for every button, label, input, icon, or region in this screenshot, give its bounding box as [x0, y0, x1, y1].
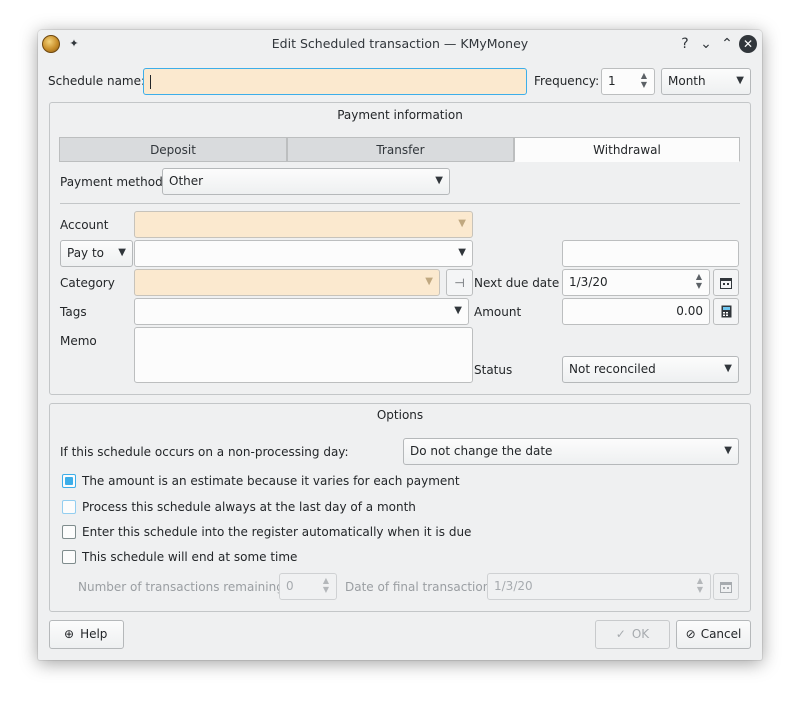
- schedule-name-label: Schedule name:: [48, 74, 146, 88]
- checkmark-icon: ✓: [615, 627, 626, 641]
- spin-arrows-icon: ▲ ▼: [696, 576, 704, 594]
- nonprocessing-day-label: If this schedule occurs on a non-process…: [60, 445, 349, 459]
- pay-to-selector[interactable]: Pay to ▼: [60, 240, 133, 267]
- last-day-of-month-checkbox[interactable]: [62, 500, 76, 514]
- estimate-checkbox-label[interactable]: The amount is an estimate because it var…: [82, 471, 460, 491]
- schedule-ends-label[interactable]: This schedule will end at some time: [82, 547, 297, 567]
- window-title: Edit Scheduled transaction — KMyMoney: [271, 36, 529, 51]
- payee-combobox[interactable]: ▼: [134, 240, 473, 267]
- text-cursor: [150, 74, 151, 89]
- payment-method-label: Payment method: [60, 175, 163, 189]
- category-label: Category: [60, 276, 115, 290]
- category-combobox[interactable]: ▼: [134, 269, 440, 296]
- next-due-date-label: Next due date: [474, 276, 560, 290]
- payment-method-select[interactable]: Other ▼: [162, 168, 450, 195]
- tab-transfer[interactable]: Transfer: [287, 137, 514, 162]
- amount-input[interactable]: 0.00: [562, 298, 710, 325]
- payment-group-title: Payment information: [337, 108, 463, 122]
- chevron-down-icon: ▼: [458, 218, 466, 229]
- tab-withdrawal[interactable]: Withdrawal: [514, 137, 740, 162]
- nonprocessing-day-select[interactable]: Do not change the date ▼: [403, 438, 739, 465]
- minimize-icon[interactable]: ⌄: [697, 35, 715, 53]
- maximize-icon[interactable]: ⌃: [718, 35, 736, 53]
- chevron-down-icon: ▼: [435, 175, 443, 186]
- help-button[interactable]: ⊕ Help: [49, 620, 124, 649]
- auto-enter-checkbox[interactable]: [62, 525, 76, 539]
- tags-combobox[interactable]: ▼: [134, 298, 469, 325]
- split-transaction-icon[interactable]: ⊣: [446, 269, 473, 296]
- ok-button[interactable]: ✓ OK: [595, 620, 670, 649]
- frequency-label: Frequency:: [534, 74, 600, 88]
- account-combobox[interactable]: ▼: [134, 211, 473, 238]
- remaining-transactions-label: Number of transactions remaining:: [78, 580, 288, 594]
- chevron-down-icon: ▼: [724, 445, 732, 456]
- calculator-icon[interactable]: [713, 298, 739, 325]
- schedule-name-input[interactable]: [143, 68, 527, 95]
- status-label: Status: [474, 363, 513, 377]
- dialog-window: ✦ Edit Scheduled transaction — KMyMoney …: [38, 30, 762, 660]
- memo-textarea[interactable]: [134, 327, 473, 383]
- final-transaction-date-label: Date of final transaction:: [345, 580, 495, 594]
- schedule-ends-checkbox[interactable]: [62, 550, 76, 564]
- cancel-button[interactable]: ⊘ Cancel: [676, 620, 751, 649]
- chevron-down-icon: ▼: [736, 75, 744, 86]
- options-group-title: Options: [376, 408, 424, 422]
- final-transaction-date-input[interactable]: 1/3/20 ▲ ▼: [487, 573, 711, 600]
- chevron-down-icon: ▼: [118, 247, 126, 258]
- account-label: Account: [60, 218, 109, 232]
- tags-label: Tags: [60, 305, 87, 319]
- spin-arrows-icon: ▲ ▼: [322, 576, 330, 594]
- spin-arrows-icon[interactable]: ▲ ▼: [639, 71, 649, 89]
- cancel-icon: ⊘: [685, 627, 696, 641]
- close-icon[interactable]: ✕: [739, 35, 757, 53]
- number-input[interactable]: [562, 240, 739, 267]
- auto-enter-label[interactable]: Enter this schedule into the register au…: [82, 522, 471, 542]
- status-select[interactable]: Not reconciled ▼: [562, 356, 739, 383]
- chevron-down-icon: ▼: [458, 247, 466, 258]
- calendar-icon[interactable]: [713, 573, 739, 600]
- lifebuoy-icon: ⊕: [64, 627, 75, 641]
- frequency-unit-select[interactable]: Month ▼: [661, 68, 751, 95]
- spin-arrows-icon[interactable]: ▲ ▼: [694, 272, 704, 290]
- context-help-icon[interactable]: ?: [676, 35, 694, 53]
- chevron-down-icon: ▼: [724, 363, 732, 374]
- chevron-down-icon: ▼: [425, 276, 433, 287]
- separator: [60, 203, 740, 204]
- chevron-down-icon: ▼: [454, 305, 462, 316]
- tab-deposit[interactable]: Deposit: [59, 137, 287, 162]
- calendar-icon[interactable]: [713, 269, 739, 296]
- frequency-number-spinbox[interactable]: 1 ▲ ▼: [601, 68, 655, 95]
- estimate-checkbox[interactable]: [62, 474, 76, 488]
- remaining-transactions-spinbox[interactable]: 0 ▲ ▼: [279, 573, 337, 600]
- amount-label: Amount: [474, 305, 522, 319]
- last-day-of-month-label[interactable]: Process this schedule always at the last…: [82, 497, 416, 517]
- next-due-date-input[interactable]: 1/3/20 ▲ ▼: [562, 269, 710, 296]
- memo-label: Memo: [60, 334, 97, 348]
